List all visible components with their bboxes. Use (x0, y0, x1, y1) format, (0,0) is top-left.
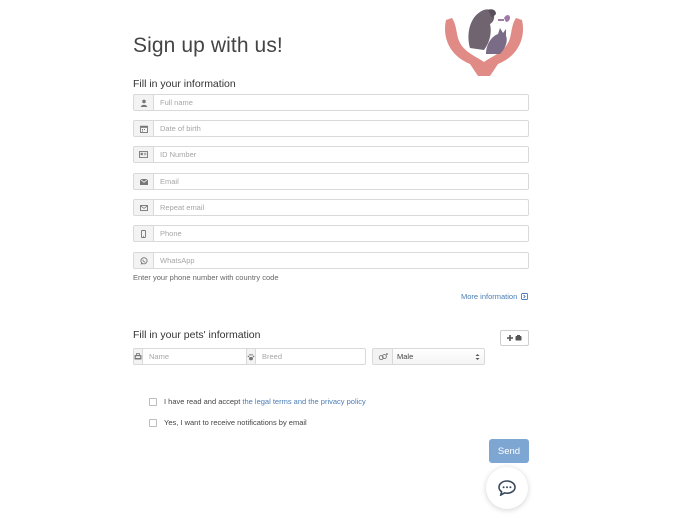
repeat-email-group (133, 199, 529, 216)
id-number-input[interactable] (153, 146, 529, 163)
id-card-icon (133, 146, 153, 163)
pet-sex-select[interactable]: Male (392, 348, 485, 365)
notifications-checkbox[interactable] (149, 418, 157, 427)
chat-icon (498, 480, 516, 496)
full-name-input[interactable] (153, 94, 529, 111)
select-arrows-icon (475, 353, 480, 361)
email-group (133, 173, 529, 190)
add-pet-button[interactable] (500, 330, 529, 346)
phone-input[interactable] (153, 225, 529, 242)
pet-breed-group (246, 348, 366, 365)
terms-consent-row: I have read and accept the legal terms a… (149, 397, 366, 406)
expand-square-icon (521, 293, 529, 300)
phone-help-text: Enter your phone number with country cod… (133, 273, 279, 282)
pet-name-group (133, 348, 253, 365)
whatsapp-input[interactable] (153, 252, 529, 269)
phone-group (133, 225, 529, 242)
legal-terms-link[interactable]: the legal terms and the privacy policy (242, 397, 365, 406)
pet-breed-input[interactable] (255, 348, 366, 365)
pet-sex-selected-value: Male (397, 352, 414, 361)
id-number-group (133, 146, 529, 163)
pets-section-heading: Fill in your pets' information (133, 329, 261, 341)
chat-widget-button[interactable] (486, 467, 528, 509)
date-of-birth-group (133, 120, 529, 137)
mobile-phone-icon (133, 225, 153, 242)
more-information-link[interactable]: More information (461, 292, 529, 301)
terms-consent-prefix: I have read and accept (164, 397, 243, 406)
page-title: Sign up with us! (133, 34, 283, 57)
email-input[interactable] (153, 173, 529, 190)
gender-icon (372, 348, 392, 365)
owner-section-heading: Fill in your information (133, 78, 236, 90)
more-information-label: More information (461, 292, 518, 301)
notifications-consent-label: Yes, I want to receive notifications by … (164, 418, 307, 427)
user-icon (133, 94, 153, 111)
date-of-birth-input[interactable] (153, 120, 529, 137)
notifications-consent-row: Yes, I want to receive notifications by … (149, 418, 307, 427)
envelope-outline-icon (133, 199, 153, 216)
pet-carrier-icon (133, 348, 142, 365)
calendar-icon (133, 120, 153, 137)
pet-name-input[interactable] (142, 348, 253, 365)
whatsapp-group (133, 252, 529, 269)
send-button[interactable]: Send (489, 439, 529, 463)
full-name-group (133, 94, 529, 111)
repeat-email-input[interactable] (153, 199, 529, 216)
envelope-icon (133, 173, 153, 190)
paw-icon (246, 348, 255, 365)
terms-checkbox[interactable] (149, 397, 157, 406)
pet-sex-group: Male (372, 348, 485, 365)
plus-pet-icon (506, 334, 523, 342)
logo (440, 4, 528, 80)
whatsapp-icon (133, 252, 153, 269)
